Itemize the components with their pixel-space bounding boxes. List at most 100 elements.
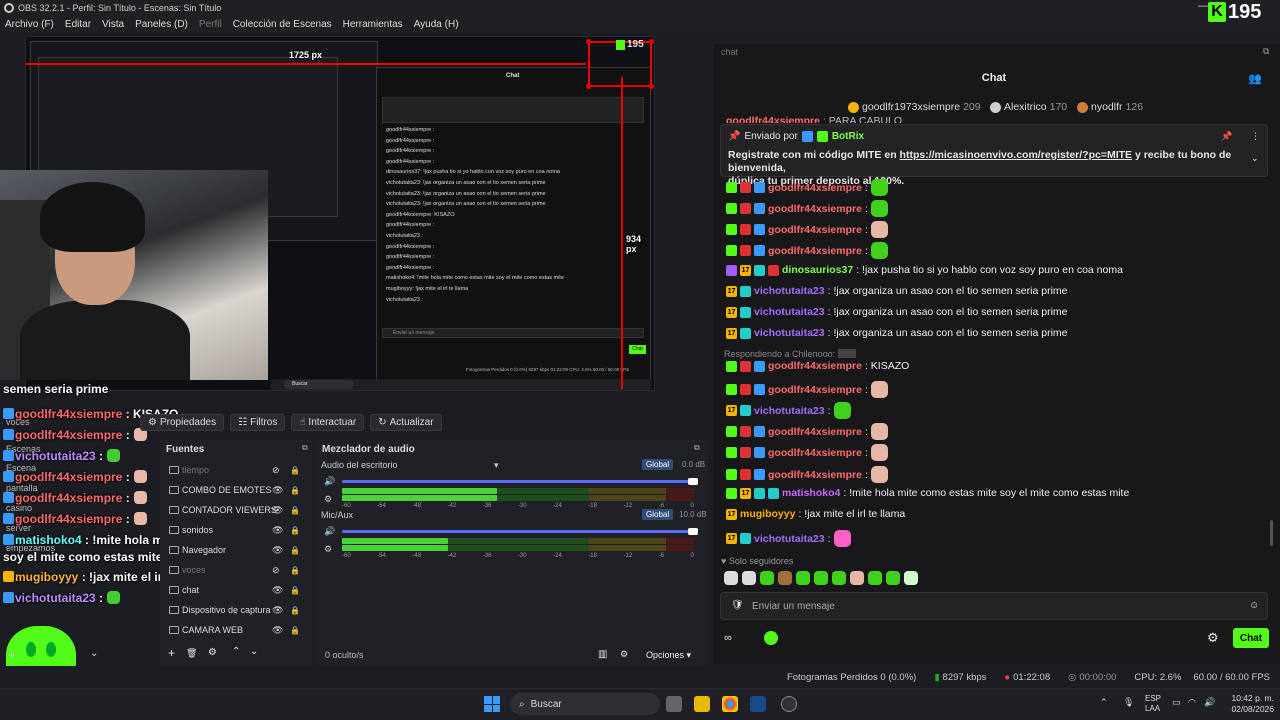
file-explorer-icon[interactable]	[694, 696, 710, 712]
language-indicator[interactable]: ESP LAA	[1145, 694, 1161, 714]
infinity-icon[interactable]: ∞	[724, 632, 732, 644]
task-view-icon[interactable]	[666, 696, 682, 712]
chat-username[interactable]: goodlfr44xsiempre	[726, 115, 820, 123]
source-item[interactable]: chat 👁 🔒	[160, 581, 312, 599]
taskbar-search[interactable]: ⌕ Buscar	[510, 693, 660, 715]
add-scene-button[interactable]: +	[8, 648, 15, 662]
chat-username[interactable]: goodlfr44xsiempre	[768, 224, 862, 236]
emote-icon[interactable]	[886, 571, 900, 585]
lock-icon[interactable]: 🔒	[290, 586, 300, 595]
lock-icon[interactable]: 🔒	[290, 486, 300, 495]
eye-icon[interactable]: 👁	[272, 485, 283, 496]
volume-knob[interactable]	[688, 528, 698, 535]
eye-icon[interactable]: 👁	[272, 625, 283, 636]
gear-icon[interactable]: ⚙	[208, 647, 217, 658]
menu-archivo[interactable]: Archivo (F)	[5, 19, 54, 30]
pinned-link[interactable]: https://micasinoenvivo.com/register/?pc=…	[900, 149, 1133, 161]
source-item[interactable]: CONTADOR VIEWERS 👁 🔒	[160, 501, 312, 519]
selection-handle[interactable]	[586, 84, 591, 89]
volume-knob[interactable]	[688, 478, 698, 485]
selection-handle[interactable]	[586, 39, 591, 44]
chat-username[interactable]: goodlfr44xsiempre	[768, 245, 862, 257]
volume-slider[interactable]	[342, 480, 694, 483]
lock-icon[interactable]: 🔒	[290, 526, 300, 535]
emote-icon[interactable]	[904, 571, 918, 585]
pinned-author[interactable]: BotRix	[832, 131, 864, 142]
steam-icon[interactable]	[750, 696, 766, 712]
chat-username[interactable]: mugiboyyy	[740, 508, 795, 520]
menu-ayuda[interactable]: Ayuda (H)	[414, 19, 459, 30]
chrome-icon[interactable]	[722, 696, 738, 712]
trash-icon[interactable]: 🗑	[186, 648, 197, 659]
gear-icon[interactable]: ⚙	[1207, 630, 1219, 646]
properties-button[interactable]: ⚙ Propiedades	[140, 413, 225, 431]
chat-username[interactable]: goodlfr44xsiempre	[768, 360, 862, 372]
source-item[interactable]: COMBO DE EMOTES 👁 🔒	[160, 481, 312, 499]
lock-icon[interactable]: 🔒	[290, 546, 300, 555]
chat-username[interactable]: goodlfr44xsiempre	[768, 384, 862, 396]
lock-icon[interactable]: 🔒	[290, 626, 300, 635]
emote-icon[interactable]	[796, 571, 810, 585]
channel-badge[interactable]: Global	[642, 509, 674, 520]
layout-icon[interactable]: ▥	[598, 649, 607, 660]
chat-input[interactable]: 🛡 Enviar un mensaje ☺	[720, 592, 1268, 620]
emote-icon[interactable]	[868, 571, 882, 585]
eye-hidden-icon[interactable]: ⊘	[272, 465, 280, 476]
menu-herramientas[interactable]: Herramientas	[343, 19, 403, 30]
chat-username[interactable]: vichotutaita23	[754, 327, 825, 339]
more-options-icon[interactable]: ⋮	[1251, 131, 1260, 142]
eye-icon[interactable]: 👁	[272, 505, 283, 516]
chat-username[interactable]: goodlfr44xsiempre	[768, 426, 862, 438]
chat-scrollbar[interactable]	[1270, 520, 1273, 546]
wifi-icon[interactable]: ◠	[1188, 697, 1196, 708]
move-down-button[interactable]: ⌄	[250, 646, 258, 657]
undock-icon[interactable]: ⧉	[694, 443, 700, 453]
chat-username[interactable]: goodlfr44xsiempre	[768, 203, 862, 215]
speaker-icon[interactable]: 🔊	[324, 476, 335, 487]
selection-handle[interactable]	[649, 39, 654, 44]
undock-icon[interactable]: ⧉	[1263, 46, 1269, 57]
eye-icon[interactable]: 👁	[272, 585, 283, 596]
volume-icon[interactable]: 🔊	[1204, 697, 1215, 708]
source-item[interactable]: Dispositivo de captura 👁 🔒	[160, 601, 312, 619]
lock-icon[interactable]: 🔒	[290, 466, 300, 475]
emoji-icon[interactable]: ☺	[1249, 600, 1259, 611]
unpin-icon[interactable]: 📌	[1221, 131, 1232, 142]
gear-icon[interactable]: ⚙	[620, 649, 628, 660]
chat-username[interactable]: goodlfr44xsiempre	[768, 447, 862, 459]
menu-coleccion-escenas[interactable]: Colección de Escenas	[233, 19, 332, 30]
speaker-icon[interactable]: 🔊	[324, 526, 335, 537]
chat-username[interactable]: goodlfr44xsiempre	[768, 182, 862, 194]
emote-icon[interactable]	[814, 571, 828, 585]
lock-icon[interactable]: 🔒	[290, 606, 300, 615]
filters-button[interactable]: ☷ Filtros	[230, 413, 286, 431]
add-source-button[interactable]: +	[168, 646, 175, 660]
chat-username[interactable]: matishoko4	[782, 487, 840, 499]
chat-username[interactable]: vichotutaita23	[754, 405, 825, 417]
user-settings-icon[interactable]: 👥	[1248, 72, 1262, 85]
emote-icon[interactable]	[760, 571, 774, 585]
interact-button[interactable]: ☝ Interactuar	[291, 413, 365, 431]
expand-chevron-icon[interactable]: ⌄	[1251, 153, 1259, 164]
channel-dropdown-icon[interactable]: ▾	[494, 460, 499, 471]
emote-icon[interactable]	[778, 571, 792, 585]
refresh-button[interactable]: ↻ Actualizar	[370, 413, 442, 431]
chat-username[interactable]: vichotutaita23	[754, 533, 825, 545]
source-item[interactable]: tiempo ⊘ 🔒	[160, 461, 312, 479]
tray-chevron-icon[interactable]: ⌃	[1100, 697, 1108, 708]
mixer-settings-icon[interactable]: ⚙	[324, 544, 332, 555]
mixer-settings-icon[interactable]: ⚙	[324, 494, 332, 505]
eye-icon[interactable]: 👁	[272, 605, 283, 616]
windows-start-icon[interactable]	[484, 696, 500, 712]
top-gifter[interactable]: nyodlfr 126	[1077, 101, 1143, 113]
kick-logo-icon[interactable]	[764, 631, 778, 645]
eye-hidden-icon[interactable]: ⊘	[272, 565, 280, 576]
mic-icon[interactable]: 🎙	[1123, 697, 1134, 708]
scene-down-button[interactable]: ⌄	[90, 648, 98, 659]
emote-icon[interactable]	[724, 571, 738, 585]
volume-slider[interactable]	[342, 530, 694, 533]
source-item[interactable]: CAMARA WEB 👁 🔒	[160, 621, 312, 639]
menu-paneles[interactable]: Paneles (D)	[135, 19, 188, 30]
emote-icon[interactable]	[742, 571, 756, 585]
undock-icon[interactable]: ⧉	[302, 443, 308, 453]
